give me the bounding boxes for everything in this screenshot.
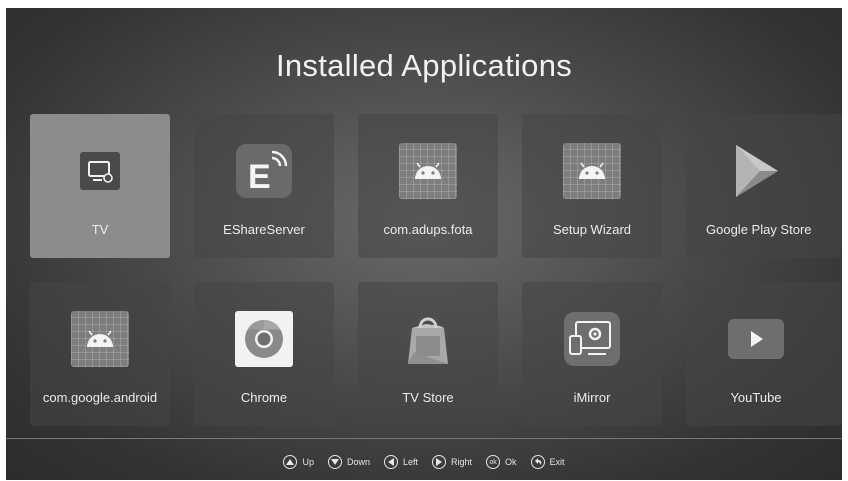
shopping-bag-icon <box>398 310 458 368</box>
hint-label: Left <box>402 457 418 467</box>
hint-label: Up <box>302 457 314 467</box>
app-label: iMirror <box>573 390 611 405</box>
app-label: Chrome <box>240 390 288 405</box>
app-tile-tv[interactable]: TV <box>30 114 170 258</box>
android-icon <box>562 142 622 200</box>
app-tile-eshareserver[interactable]: E EShareServer <box>194 114 334 258</box>
up-arrow-icon <box>283 455 298 469</box>
app-tile-google-play-store[interactable]: Google Play Store <box>686 114 842 258</box>
google-play-icon <box>726 142 786 200</box>
hint-down: Down <box>327 455 370 469</box>
right-arrow-icon <box>432 455 446 469</box>
back-arrow-icon <box>530 455 545 469</box>
hint-label: Down <box>346 457 370 467</box>
hint-label: Right <box>451 457 473 467</box>
chrome-icon <box>234 310 294 368</box>
app-tile-youtube[interactable]: YouTube <box>686 282 842 426</box>
down-arrow-icon <box>327 455 342 469</box>
app-tile-chrome[interactable]: Chrome <box>194 282 334 426</box>
hint-left: Left <box>383 455 418 469</box>
app-label: EShareServer <box>223 222 305 237</box>
tv-screen: Installed Applications TV E EShareServer <box>6 8 842 480</box>
imirror-icon <box>562 310 622 368</box>
footer-divider <box>6 438 842 439</box>
remote-hints-bar: Up Down Left Right ok Ok Exit <box>6 452 842 472</box>
hint-label: Exit <box>549 457 565 467</box>
hint-ok: ok Ok <box>486 455 517 469</box>
youtube-icon <box>726 310 786 368</box>
ok-icon: ok <box>486 455 501 469</box>
hint-exit: Exit <box>530 455 565 469</box>
app-label: YouTube <box>730 390 782 405</box>
hint-label: Ok <box>505 457 517 467</box>
page-title: Installed Applications <box>275 48 573 83</box>
android-icon <box>398 142 458 200</box>
app-tile-com-adups-fota[interactable]: com.adups.fota <box>358 114 498 258</box>
app-label: TV <box>91 222 109 237</box>
app-tile-tv-store[interactable]: TV Store <box>358 282 498 426</box>
left-arrow-icon <box>383 455 398 469</box>
android-icon <box>70 310 130 368</box>
app-tile-imirror[interactable]: iMirror <box>522 282 662 426</box>
app-label: com.adups.fota <box>383 222 473 237</box>
tv-settings-icon <box>70 142 130 200</box>
app-label: TV Store <box>402 390 454 405</box>
eshare-icon: E <box>234 142 294 200</box>
hint-right: Right <box>432 455 472 469</box>
app-label: Google Play Store <box>706 222 812 237</box>
app-tile-setup-wizard[interactable]: Setup Wizard <box>522 114 662 258</box>
app-label: com.google.android <box>42 390 158 405</box>
svg-text:E: E <box>248 158 271 196</box>
app-tile-com-google-android[interactable]: com.google.android <box>30 282 170 426</box>
app-label: Setup Wizard <box>552 222 632 237</box>
hint-up: Up <box>283 455 314 469</box>
